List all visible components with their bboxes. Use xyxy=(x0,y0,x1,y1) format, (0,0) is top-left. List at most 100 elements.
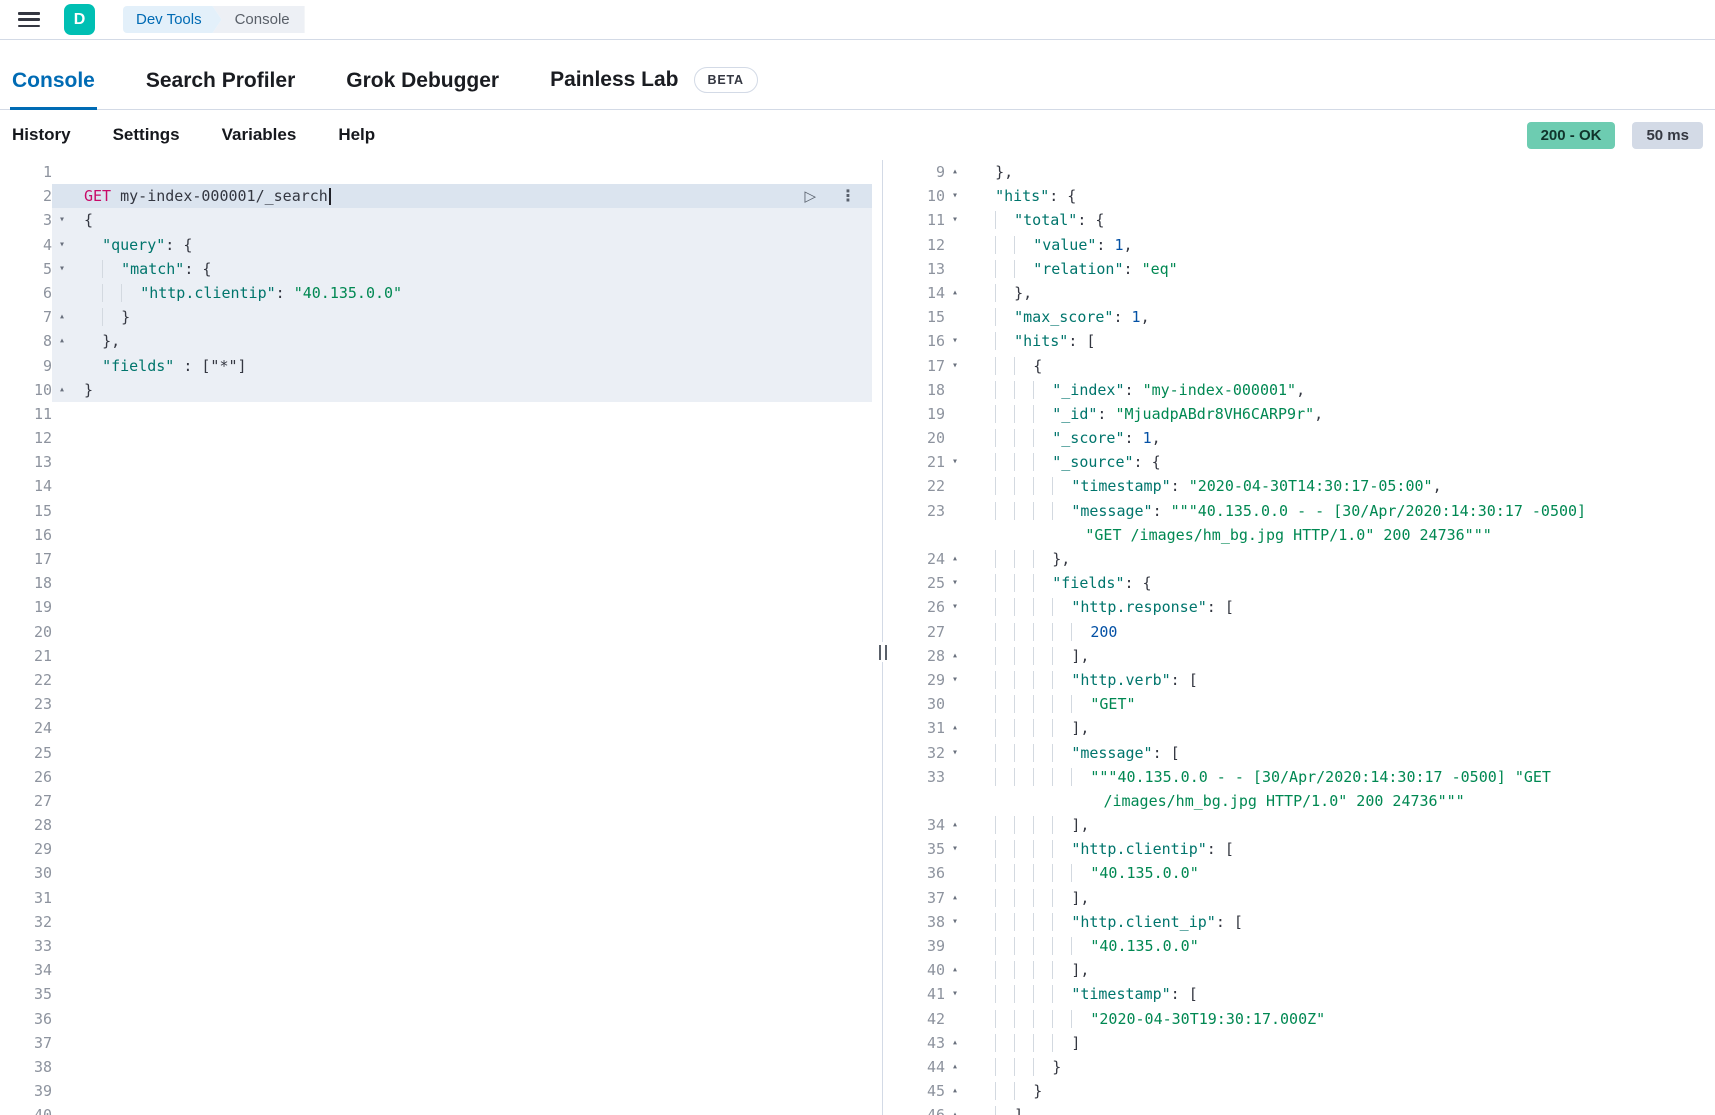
code-text[interactable]: "message": [ xyxy=(965,741,1715,765)
request-code-line[interactable]: 38 xyxy=(0,1055,872,1079)
code-text[interactable] xyxy=(72,402,872,426)
code-text[interactable]: "40.135.0.0" xyxy=(965,861,1715,885)
code-text[interactable] xyxy=(72,1055,872,1079)
menu-settings[interactable]: Settings xyxy=(113,125,180,145)
request-code-line[interactable]: 6 "http.clientip": "40.135.0.0" xyxy=(0,281,872,305)
fold-toggle-icon[interactable]: ▴ xyxy=(945,644,965,668)
code-text[interactable]: }, xyxy=(965,281,1715,305)
fold-toggle-icon[interactable]: ▴ xyxy=(945,886,965,910)
response-code-line[interactable]: 41▾ "timestamp": [ xyxy=(893,982,1715,1006)
request-code-line[interactable]: 32 xyxy=(0,910,872,934)
response-code-line[interactable]: 18 "_index": "my-index-000001", xyxy=(893,378,1715,402)
fold-toggle-icon[interactable]: ▾ xyxy=(945,329,965,353)
code-text[interactable]: "GET" xyxy=(965,692,1715,716)
code-text[interactable]: ], xyxy=(965,644,1715,668)
code-text[interactable] xyxy=(72,886,872,910)
code-text[interactable]: }, xyxy=(72,329,872,353)
fold-toggle-icon[interactable]: ▴ xyxy=(945,958,965,982)
request-code-line[interactable]: 21 xyxy=(0,644,872,668)
fold-toggle-icon[interactable]: ▴ xyxy=(52,305,72,329)
response-code-line[interactable]: 44▴ } xyxy=(893,1055,1715,1079)
request-code-line[interactable]: 30 xyxy=(0,861,872,885)
code-text[interactable]: "_score": 1, xyxy=(965,426,1715,450)
fold-toggle-icon[interactable]: ▾ xyxy=(945,354,965,378)
code-text[interactable]: "2020-04-30T19:30:17.000Z" xyxy=(965,1007,1715,1031)
code-text[interactable] xyxy=(72,1031,872,1055)
request-code-line[interactable]: 9 "fields" : ["*"] xyxy=(0,354,872,378)
request-code-line[interactable]: 20 xyxy=(0,620,872,644)
code-text[interactable]: } xyxy=(72,378,872,402)
code-text[interactable]: "http.clientip": [ xyxy=(965,837,1715,861)
code-text[interactable]: 200 xyxy=(965,620,1715,644)
fold-toggle-icon[interactable]: ▴ xyxy=(52,329,72,353)
fold-toggle-icon[interactable]: ▾ xyxy=(945,668,965,692)
menu-help[interactable]: Help xyxy=(338,125,375,145)
tab-grok-debugger[interactable]: Grok Debugger xyxy=(344,69,501,109)
code-text[interactable]: "query": { xyxy=(72,233,872,257)
code-text[interactable]: "http.response": [ xyxy=(965,595,1715,619)
code-text[interactable]: "hits": { xyxy=(965,184,1715,208)
fold-toggle-icon[interactable]: ▾ xyxy=(52,233,72,257)
fold-toggle-icon[interactable]: ▴ xyxy=(945,716,965,740)
code-text[interactable] xyxy=(72,474,872,498)
fold-toggle-icon[interactable]: ▴ xyxy=(52,378,72,402)
response-code-line[interactable]: 24▴ }, xyxy=(893,547,1715,571)
code-text[interactable] xyxy=(72,692,872,716)
code-text[interactable] xyxy=(72,765,872,789)
request-code-line[interactable]: 13 xyxy=(0,450,872,474)
menu-variables[interactable]: Variables xyxy=(222,125,297,145)
code-text[interactable]: "total": { xyxy=(965,208,1715,232)
code-text[interactable] xyxy=(72,450,872,474)
request-code-line[interactable]: 36 xyxy=(0,1007,872,1031)
fold-toggle-icon[interactable]: ▴ xyxy=(945,1031,965,1055)
request-code-line[interactable]: 39 xyxy=(0,1079,872,1103)
request-code-line[interactable]: 5▾ "match": { xyxy=(0,257,872,281)
code-text[interactable]: /images/hm_bg.jpg HTTP/1.0" 200 24736""" xyxy=(965,789,1715,813)
response-code-line[interactable]: 43▴ ] xyxy=(893,1031,1715,1055)
request-code-line[interactable]: 2GET my-index-000001/_search▷⋮ xyxy=(0,184,872,208)
request-code-line[interactable]: 18 xyxy=(0,571,872,595)
response-code-line[interactable]: 10▾ "hits": { xyxy=(893,184,1715,208)
code-text[interactable]: "_id": "MjuadpABdr8VH6CARP9r", xyxy=(965,402,1715,426)
response-code-line[interactable]: 32▾ "message": [ xyxy=(893,741,1715,765)
request-code-line[interactable]: 11 xyxy=(0,402,872,426)
code-text[interactable] xyxy=(72,958,872,982)
fold-toggle-icon[interactable]: ▾ xyxy=(945,982,965,1006)
code-text[interactable]: }, xyxy=(965,547,1715,571)
response-code-line[interactable]: 20 "_score": 1, xyxy=(893,426,1715,450)
fold-toggle-icon[interactable]: ▾ xyxy=(945,910,965,934)
response-code-line[interactable]: 40▴ ], xyxy=(893,958,1715,982)
request-code-line[interactable]: 19 xyxy=(0,595,872,619)
response-code-line[interactable]: 45▴ } xyxy=(893,1079,1715,1103)
request-editor[interactable]: 12GET my-index-000001/_search▷⋮3▾{4▾ "qu… xyxy=(0,160,872,1115)
fold-toggle-icon[interactable]: ▴ xyxy=(945,1103,965,1115)
response-code-line[interactable]: 46▴ ] xyxy=(893,1103,1715,1115)
code-text[interactable] xyxy=(72,789,872,813)
fold-toggle-icon[interactable]: ▾ xyxy=(945,208,965,232)
code-text[interactable]: "timestamp": [ xyxy=(965,982,1715,1006)
code-text[interactable]: } xyxy=(965,1055,1715,1079)
request-code-line[interactable]: 7▴ } xyxy=(0,305,872,329)
response-code-line[interactable]: 30 "GET" xyxy=(893,692,1715,716)
response-code-line[interactable]: 39 "40.135.0.0" xyxy=(893,934,1715,958)
code-text[interactable]: "_index": "my-index-000001", xyxy=(965,378,1715,402)
code-text[interactable] xyxy=(72,910,872,934)
request-code-line[interactable]: 40 xyxy=(0,1103,872,1115)
code-text[interactable]: } xyxy=(965,1079,1715,1103)
response-code-line[interactable]: 28▴ ], xyxy=(893,644,1715,668)
code-text[interactable]: "http.verb": [ xyxy=(965,668,1715,692)
code-text[interactable]: "message": """40.135.0.0 - - [30/Apr/202… xyxy=(965,499,1715,523)
code-text[interactable]: "timestamp": "2020-04-30T14:30:17-05:00"… xyxy=(965,474,1715,498)
fold-toggle-icon[interactable]: ▴ xyxy=(945,281,965,305)
code-text[interactable] xyxy=(72,571,872,595)
request-code-line[interactable]: 25 xyxy=(0,741,872,765)
request-code-line[interactable]: 3▾{ xyxy=(0,208,872,232)
response-code-line[interactable]: /images/hm_bg.jpg HTTP/1.0" 200 24736""" xyxy=(893,789,1715,813)
code-text[interactable] xyxy=(72,716,872,740)
code-text[interactable]: "fields" : ["*"] xyxy=(72,354,872,378)
tab-search-profiler[interactable]: Search Profiler xyxy=(144,69,297,109)
request-code-line[interactable]: 14 xyxy=(0,474,872,498)
request-code-line[interactable]: 22 xyxy=(0,668,872,692)
request-code-line[interactable]: 37 xyxy=(0,1031,872,1055)
response-code-line[interactable]: 37▴ ], xyxy=(893,886,1715,910)
